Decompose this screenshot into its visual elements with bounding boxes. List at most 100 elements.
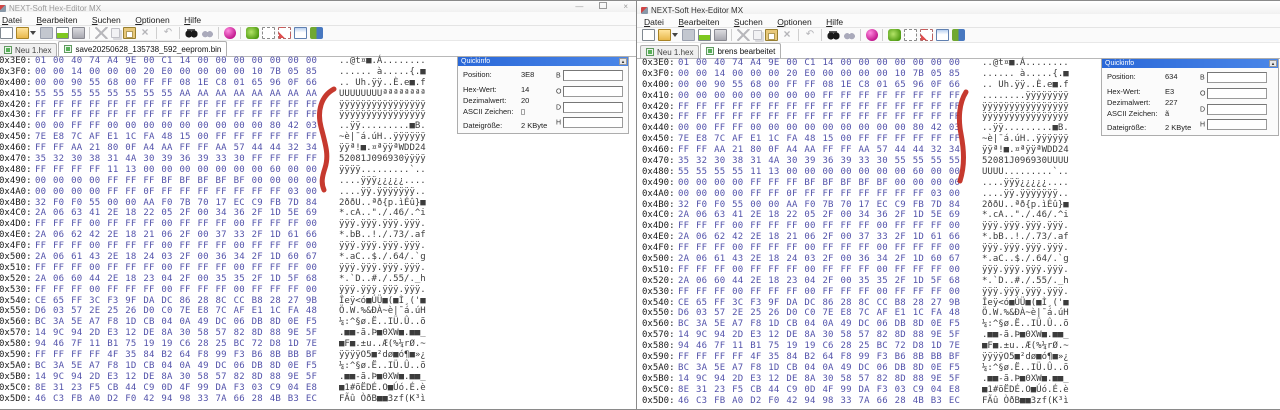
collapse-button[interactable]: ▴: [1269, 60, 1277, 67]
hex-row[interactable]: 0x460:FF FF AA 21 80 0F A4 AA FF FF AA 5…: [0, 143, 636, 154]
decimal-input[interactable]: [1207, 104, 1267, 115]
row-ascii[interactable]: ..ÿÿ.........■B.: [339, 121, 426, 132]
row-ascii[interactable]: FÃû ÒðB■■3zf(K³ì: [339, 394, 426, 405]
hex-row[interactable]: 0x560:BC 3A 5E A7 F8 1D CB 04 0A 49 DC 0…: [0, 317, 636, 328]
row-ascii[interactable]: ÿÿÿÿÿÿÿÿÿÿÿÿÿÿÿÿ: [339, 100, 426, 111]
new-file-button[interactable]: [642, 29, 655, 41]
row-ascii[interactable]: .. Uh.ÿÿ..È.e■.f: [982, 80, 1069, 91]
row-ascii[interactable]: ÿÿÿ.ÿÿÿ.ÿÿÿ.ÿÿÿ.: [339, 263, 426, 274]
copy-button[interactable]: [753, 30, 762, 40]
hex-row[interactable]: 0x5C0:8E 31 23 F5 CB 44 C9 0D 4F 99 DA F…: [642, 385, 1280, 396]
row-hex-bytes[interactable]: CE 65 FF 3C F3 9F DA DC 86 28 8C CC B8 2…: [35, 296, 318, 307]
row-hex-bytes[interactable]: CE 65 FF 3C F3 9F DA DC 86 28 8C CC B8 2…: [678, 298, 961, 309]
hex-row[interactable]: 0x550:D6 03 57 2E 25 26 D0 C0 7E E8 7C A…: [0, 306, 636, 317]
hex-row[interactable]: 0x4C0:2A 06 63 41 2E 18 22 05 2F 00 34 3…: [0, 208, 636, 219]
search-next-button[interactable]: [201, 27, 214, 39]
menu-hilfe[interactable]: Hilfe: [179, 14, 206, 27]
row-hex-bytes[interactable]: FF FF FF FF 11 13 00 00 00 00 00 00 00 6…: [35, 165, 318, 176]
row-ascii[interactable]: ÿÿÿÿÿÿÿÿÿÿÿÿÿÿÿÿ: [982, 112, 1069, 123]
save-as-button[interactable]: [698, 29, 711, 41]
hex-row[interactable]: 0x500:2A 06 61 43 2E 18 24 03 2F 00 36 3…: [642, 254, 1280, 265]
hex-row[interactable]: 0x540:CE 65 FF 3C F3 9F DA DC 86 28 8C C…: [642, 298, 1280, 309]
hex-row[interactable]: 0x4F0:FF FF FF 00 FF FF FF 00 FF FF FF 0…: [0, 241, 636, 252]
compare-button[interactable]: [224, 27, 236, 39]
row-ascii[interactable]: ..@t¤■.Á........: [339, 56, 426, 67]
binary-input[interactable]: [1207, 72, 1267, 83]
row-ascii[interactable]: .■■-ã.Þ■0XW■.■■_: [982, 330, 1069, 341]
row-hex-bytes[interactable]: BC 3A 5E A7 F8 1D CB 04 0A 49 DC 06 DB 8…: [35, 361, 318, 372]
hex-row[interactable]: 0x480:FF FF FF FF 11 13 00 00 00 00 00 0…: [0, 165, 636, 176]
row-hex-bytes[interactable]: 2A 06 60 44 2E 18 23 04 2F 00 35 35 2F 1…: [678, 276, 961, 287]
search-button[interactable]: [185, 27, 198, 39]
close-button[interactable]: ×: [623, 2, 628, 11]
collapse-button[interactable]: ▴: [619, 58, 627, 65]
hex-row[interactable]: 0x4A0:00 00 00 00 FF FF 0F FF FF FF FF F…: [642, 189, 1280, 200]
row-ascii[interactable]: UUUU.........`..: [982, 167, 1069, 178]
row-hex-bytes[interactable]: 8E 31 23 F5 CB 44 C9 0D 4F 99 DA F3 03 C…: [35, 383, 318, 394]
hex-row[interactable]: 0x460:FF FF AA 21 80 0F A4 AA FF FF AA 5…: [642, 145, 1280, 156]
hex-row[interactable]: 0x4D0:FF FF FF 00 FF FF FF 00 FF FF FF 0…: [642, 221, 1280, 232]
hex-row[interactable]: 0x490:00 00 00 00 FF FF FF BF BF BF BF B…: [0, 176, 636, 187]
hex-row[interactable]: 0x4C0:2A 06 63 41 2E 18 22 05 2F 00 34 3…: [642, 210, 1280, 221]
row-hex-bytes[interactable]: FF FF FF FF FF FF FF FF FF FF FF FF FF F…: [35, 110, 318, 121]
compare-button[interactable]: [866, 29, 878, 41]
row-ascii[interactable]: ÿÿÿ.ÿÿÿ.ÿÿÿ.ÿÿÿ.: [339, 241, 426, 252]
row-ascii[interactable]: ....ÿÿÿ¿¿¿¿¿....: [339, 176, 426, 187]
open-file-dropdown-icon[interactable]: [672, 33, 678, 37]
select-range-button[interactable]: [278, 27, 291, 39]
titlebar[interactable]: NEXT-Soft Hex-Editor MX: [637, 3, 1280, 14]
hex-row[interactable]: 0x510:FF FF FF 00 FF FF FF 00 FF FF FF 0…: [0, 263, 636, 274]
hex-row[interactable]: 0x570:14 9C 94 2D E3 12 DE 8A 30 58 57 8…: [642, 330, 1280, 341]
hex-row[interactable]: 0x490:00 00 00 00 FF FF FF BF BF BF BF B…: [642, 178, 1280, 189]
row-ascii[interactable]: ..@t¤■.Á........: [982, 58, 1069, 69]
row-hex-bytes[interactable]: 2A 06 63 41 2E 18 22 05 2F 00 34 36 2F 1…: [35, 208, 318, 219]
hex-row[interactable]: 0x5B0:14 9C 94 2D E3 12 DE 8A 30 58 57 8…: [0, 372, 636, 383]
hex-row[interactable]: 0x4D0:FF FF FF 00 FF FF FF 00 FF FF FF 0…: [0, 219, 636, 230]
row-hex-bytes[interactable]: 46 C3 FB A0 D2 F0 42 94 98 33 7A 66 28 4…: [35, 394, 318, 405]
hex-input[interactable]: [563, 117, 623, 128]
menu-suchen[interactable]: Suchen: [729, 16, 768, 29]
row-hex-bytes[interactable]: 32 F0 F0 55 00 00 AA F0 7B 70 17 EC C9 F…: [678, 200, 961, 211]
select-block-button[interactable]: [904, 29, 917, 41]
row-ascii[interactable]: *.bB..!./.73/.af: [339, 230, 426, 241]
row-ascii[interactable]: ........ÿÿÿÿÿÿÿÿ: [982, 91, 1069, 102]
row-ascii[interactable]: ....ÿÿ.ÿÿÿÿÿÿÿ..: [982, 189, 1069, 200]
open-file-dropdown-icon[interactable]: [30, 31, 36, 35]
row-hex-bytes[interactable]: 2A 06 61 43 2E 18 24 03 2F 00 36 34 2F 1…: [35, 252, 318, 263]
hex-row[interactable]: 0x5D0:46 C3 FB A0 D2 F0 42 94 98 33 7A 6…: [0, 394, 636, 405]
row-ascii[interactable]: ■1#õËDÉ.O■Úó.É.è: [339, 383, 426, 394]
row-ascii[interactable]: ....ÿÿÿ¿¿¿¿¿....: [982, 178, 1069, 189]
row-ascii[interactable]: *.bB..!./.73/.af: [982, 232, 1069, 243]
row-ascii[interactable]: ÿÿÿÿO5■²dø■ó¶■»¿: [339, 350, 426, 361]
row-ascii[interactable]: ¼:^§ø.Ë..IÜ.Û..õ: [982, 363, 1069, 374]
row-ascii[interactable]: *.`D..#./.55/._h: [339, 274, 426, 285]
row-ascii[interactable]: Îeÿ<ó■ÚÜ■(■Ì¸('■: [339, 296, 426, 307]
row-hex-bytes[interactable]: 01 00 40 74 A4 9E 00 C1 14 00 00 00 00 0…: [678, 58, 961, 69]
row-ascii[interactable]: ....ÿÿ.ÿÿÿÿÿÿÿ..: [339, 187, 426, 198]
hex-row[interactable]: 0x4E0:2A 06 62 42 2E 18 21 06 2F 00 37 3…: [0, 230, 636, 241]
hex-row[interactable]: 0x590:FF FF FF FF 4F 35 84 B2 64 F8 99 F…: [0, 350, 636, 361]
row-hex-bytes[interactable]: 2A 06 62 42 2E 18 21 06 2F 00 37 33 2F 1…: [35, 230, 318, 241]
undo-button[interactable]: [804, 29, 817, 41]
row-hex-bytes[interactable]: 00 00 90 55 68 00 FF FF 08 1E C8 01 65 9…: [678, 80, 961, 91]
new-file-button[interactable]: [0, 27, 13, 39]
row-hex-bytes[interactable]: 2A 06 61 43 2E 18 24 03 2F 00 36 34 2F 1…: [678, 254, 961, 265]
row-hex-bytes[interactable]: 14 9C 94 2D E3 12 DE 8A 30 58 57 82 8D 8…: [35, 328, 318, 339]
row-ascii[interactable]: ÿÿÿ.ÿÿÿ.ÿÿÿ.ÿÿÿ.: [982, 265, 1069, 276]
hex-row[interactable]: 0x570:14 9C 94 2D E3 12 DE 8A 30 58 57 8…: [0, 328, 636, 339]
row-ascii[interactable]: ■1#õËDÉ.O■Úó.É.è: [982, 385, 1069, 396]
delete-button[interactable]: [781, 29, 794, 41]
row-ascii[interactable]: ...... à.....{.■: [339, 67, 426, 78]
row-ascii[interactable]: ÿÿÿÿ.........`..: [339, 165, 426, 176]
row-hex-bytes[interactable]: 00 00 90 55 68 00 FF FF 08 1E C8 01 65 9…: [35, 78, 318, 89]
row-ascii[interactable]: ...... à.....{.■: [982, 69, 1069, 80]
row-hex-bytes[interactable]: 00 00 00 00 FF FF 0F FF FF FF FF FF FF F…: [35, 187, 318, 198]
search-button[interactable]: [827, 29, 840, 41]
hex-row[interactable]: 0x530:FF FF FF 00 FF FF FF 00 FF FF FF 0…: [642, 287, 1280, 298]
menu-suchen[interactable]: Suchen: [87, 14, 126, 27]
hex-row[interactable]: 0x520:2A 06 60 44 2E 18 23 04 2F 00 35 3…: [642, 276, 1280, 287]
open-file-button[interactable]: [16, 27, 29, 39]
row-hex-bytes[interactable]: FF FF AA 21 80 0F A4 AA FF FF AA 57 44 4…: [678, 145, 961, 156]
row-hex-bytes[interactable]: 46 C3 FB A0 D2 F0 42 94 98 33 7A 66 28 4…: [678, 396, 961, 407]
hex-row[interactable]: 0x5C0:8E 31 23 F5 CB 44 C9 0D 4F 99 DA F…: [0, 383, 636, 394]
